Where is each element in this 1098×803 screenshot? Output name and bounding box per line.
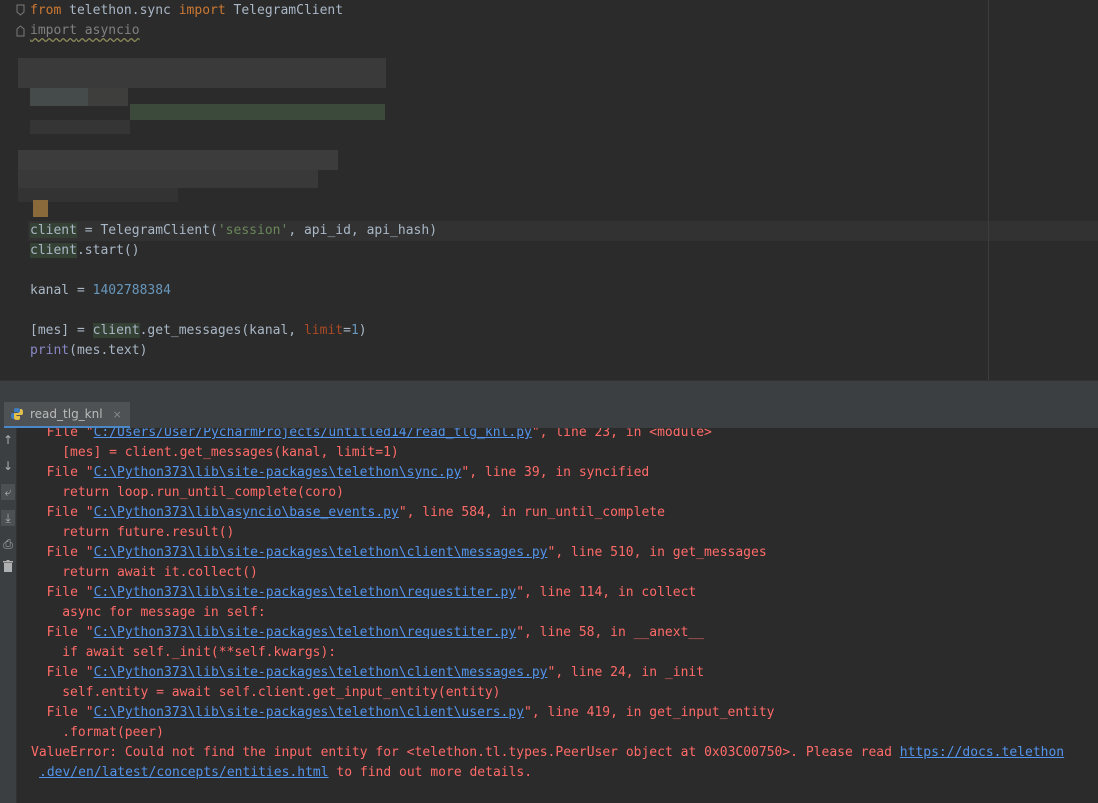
traceback-text: ", line 584, in run_until_complete [398, 505, 665, 520]
code-line[interactable]: client.start() [30, 241, 140, 261]
traceback-text: ValueError: Could not find the input ent… [31, 745, 900, 760]
code-token: = [343, 323, 351, 338]
bookmark-icon[interactable] [33, 200, 48, 217]
code-token: limit [303, 323, 344, 338]
traceback-file-line: File "C:\Python373\lib\site-packages\tel… [47, 583, 697, 603]
run-tab-label: read_tlg_knl [30, 407, 103, 421]
code-token: 'session' [217, 223, 289, 238]
traceback-text: ", line 114, in collect [516, 585, 697, 600]
traceback-text: ", line 419, in get_input_entity [524, 705, 775, 720]
file-link[interactable]: C:\Python373\lib\site-packages\telethon\… [94, 625, 517, 640]
python-icon [11, 408, 23, 420]
code-token: ) [358, 323, 367, 338]
fold-start-icon[interactable] [16, 4, 25, 16]
traceback-text: File " [46, 505, 94, 520]
code-line[interactable]: kanal = 1402788384 [30, 281, 171, 301]
traceback-text: File " [46, 465, 94, 480]
scroll-to-end-icon[interactable]: ⤓ [1, 510, 15, 526]
traceback-file-line: File "C:\Python373\lib\site-packages\tel… [47, 663, 704, 683]
code-token: asyncio [76, 23, 140, 38]
code-line[interactable]: from telethon.sync import TelegramClient [30, 1, 343, 21]
traceback-source-line: return await it.collect() [62, 565, 258, 580]
traceback-text: ", line 39, in syncified [461, 465, 650, 480]
file-link[interactable]: C:\Python373\lib\site-packages\telethon\… [94, 545, 548, 560]
panel-splitter[interactable] [0, 380, 1098, 403]
code-token: 1402788384 [92, 283, 171, 298]
code-token: TelegramClient [225, 3, 344, 18]
traceback-file-line: File "C:\Python373\lib\site-packages\tel… [47, 623, 704, 643]
soft-wrap-icon[interactable]: ⤶ [1, 484, 15, 500]
traceback-file-line: File "C:\Python373\lib\site-packages\tel… [47, 543, 767, 563]
traceback-file-line: ValueError: Could not find the input ent… [31, 743, 1064, 763]
code-line[interactable]: import asyncio [30, 21, 140, 41]
code-token: , api_id, api_hash) [288, 223, 438, 238]
run-tab-read-tlg-knl[interactable]: read_tlg_knl × [4, 402, 130, 428]
file-link[interactable]: C:\Python373\lib\site-packages\telethon\… [94, 465, 462, 480]
traceback-source-line: self.entity = await self.client.get_inpu… [62, 685, 501, 700]
traceback-source-line: if await self._init(**self.kwargs): [62, 645, 337, 660]
trash-icon[interactable] [1, 560, 15, 576]
code-token: print [30, 343, 70, 358]
code-token: from [30, 3, 62, 18]
file-link[interactable]: C:\Python373\lib\site-packages\telethon\… [94, 705, 524, 720]
up-arrow-icon[interactable]: ↑ [1, 432, 15, 448]
code-token: 1 [350, 323, 359, 338]
code-token: kanal = [30, 283, 93, 298]
traceback-file-line: File "C:\Python373\lib\site-packages\tel… [47, 703, 775, 723]
code-token: = TelegramClient( [76, 223, 218, 238]
right-margin-guide [988, 0, 989, 380]
code-line[interactable]: [mes] = client.get_messages(kanal, limit… [30, 321, 367, 341]
traceback-file-line: File "C:/Users/User/PycharmProjects/unti… [47, 428, 712, 443]
traceback-file-line: File "C:\Python373\lib\asyncio\base_even… [47, 503, 665, 523]
code-token: import [30, 23, 77, 38]
down-arrow-icon[interactable]: ↓ [1, 458, 15, 474]
code-line[interactable]: client = TelegramClient('session', api_i… [30, 221, 437, 241]
traceback-source-line: return loop.run_until_complete(coro) [62, 485, 344, 500]
traceback-text: to find out more details. [328, 765, 533, 780]
traceback-source-line: return future.result() [62, 525, 235, 540]
traceback-source-line: [mes] = client.get_messages(kanal, limit… [62, 445, 399, 460]
file-link[interactable]: C:\Python373\lib\site-packages\telethon\… [94, 665, 548, 680]
file-link[interactable]: C:/Users/User/PycharmProjects/untitled14… [94, 428, 532, 440]
file-link[interactable]: https://docs.telethon [900, 745, 1064, 760]
code-token: [mes] = [30, 323, 93, 338]
print-icon[interactable]: ⎙ [1, 536, 15, 552]
traceback-text: ", line 58, in __anext__ [516, 625, 705, 640]
console-output[interactable]: File "C:/Users/User/PycharmProjects/unti… [17, 428, 1098, 803]
code-token: .start() [76, 243, 140, 258]
traceback-source-line: async for message in self: [62, 605, 266, 620]
traceback-text: ", line 23, in <module> [531, 428, 712, 440]
file-link[interactable]: .dev/en/latest/concepts/entities.html [39, 765, 329, 780]
code-token: telethon.sync [61, 3, 179, 18]
code-line[interactable]: print(mes.text) [30, 341, 147, 361]
code-editor[interactable]: from telethon.sync import TelegramClient… [0, 0, 1098, 380]
run-tab-bar: read_tlg_knl × [0, 402, 1098, 429]
code-token: client [30, 223, 77, 238]
code-token: (mes.text) [69, 343, 148, 358]
fold-end-icon[interactable] [16, 25, 25, 37]
code-token: import [178, 3, 226, 18]
file-link[interactable]: C:\Python373\lib\asyncio\base_events.py [94, 505, 399, 520]
file-link[interactable]: C:\Python373\lib\site-packages\telethon\… [94, 585, 517, 600]
traceback-text: File " [46, 428, 94, 440]
traceback-file-line: File "C:\Python373\lib\site-packages\tel… [47, 463, 650, 483]
traceback-source-line: .format(peer) [62, 725, 164, 740]
traceback-text: ", line 510, in get_messages [547, 545, 767, 560]
traceback-text: File " [46, 545, 94, 560]
close-icon[interactable]: × [113, 408, 122, 421]
code-token: client [30, 243, 77, 258]
traceback-text: ", line 24, in _init [547, 665, 705, 680]
traceback-text: File " [46, 665, 94, 680]
traceback-text: File " [46, 625, 94, 640]
traceback-text: File " [46, 585, 94, 600]
console-toolbar: ↑ ↓ ⤶ ⤓ ⎙ [0, 428, 17, 803]
code-token: client [92, 323, 140, 338]
code-token: .get_messages(kanal, [139, 323, 304, 338]
traceback-file-line: .dev/en/latest/concepts/entities.html to… [39, 763, 532, 783]
traceback-text: File " [46, 705, 94, 720]
